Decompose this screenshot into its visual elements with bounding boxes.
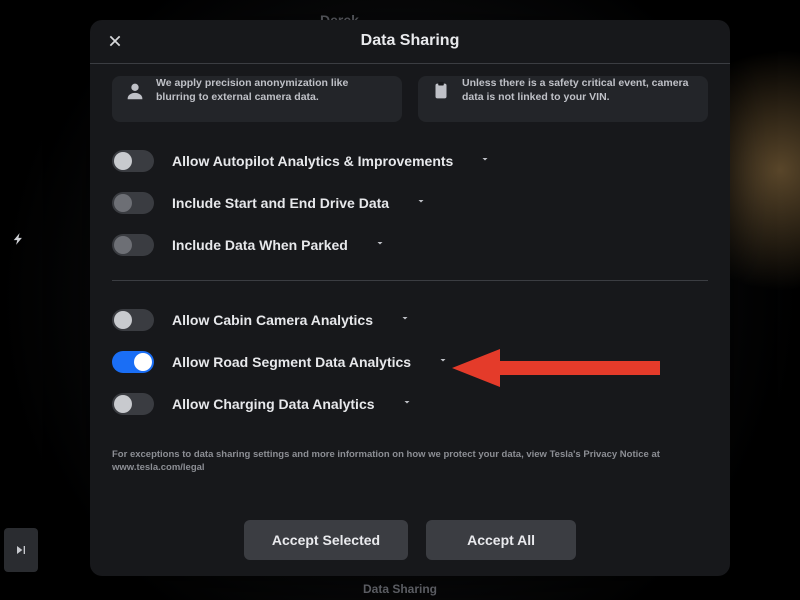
row-parked: Include Data When Parked: [112, 224, 708, 266]
card-vin: Unless there is a safety critical event,…: [418, 76, 708, 122]
card-anonymization-text: We apply precision anonymization like bl…: [156, 76, 390, 104]
row-drive-data: Include Start and End Drive Data: [112, 182, 708, 224]
toggle-charging[interactable]: [112, 393, 154, 415]
expand-parked[interactable]: [372, 237, 388, 253]
section-autopilot: Allow Autopilot Analytics & Improvements…: [112, 122, 708, 280]
row-autopilot: Allow Autopilot Analytics & Improvements: [112, 140, 708, 182]
panel-title: Data Sharing: [90, 32, 730, 50]
row-charging: Allow Charging Data Analytics: [112, 383, 708, 425]
chevron-down-icon: [415, 194, 427, 212]
action-row: Accept Selected Accept All: [90, 520, 730, 560]
section-camera: Allow Cabin Camera Analytics Allow Road …: [112, 281, 708, 439]
privacy-footnote: For exceptions to data sharing settings …: [112, 439, 708, 475]
expand-drive-data[interactable]: [413, 195, 429, 211]
chevron-down-icon: [399, 311, 411, 329]
toggle-cabin[interactable]: [112, 309, 154, 331]
toggle-road-segment[interactable]: [112, 351, 154, 373]
clipboard-icon: [430, 80, 452, 102]
label-road-segment: Allow Road Segment Data Analytics: [172, 354, 411, 370]
chevron-down-icon: [437, 353, 449, 371]
chevron-down-icon: [401, 395, 413, 413]
label-cabin: Allow Cabin Camera Analytics: [172, 312, 373, 328]
accept-selected-button[interactable]: Accept Selected: [244, 520, 408, 560]
panel-header: Data Sharing: [90, 20, 730, 64]
data-sharing-panel: Data Sharing We apply precision anonymiz…: [90, 20, 730, 576]
expand-autopilot[interactable]: [477, 153, 493, 169]
toggle-drive-data[interactable]: [112, 192, 154, 214]
card-vin-text: Unless there is a safety critical event,…: [462, 76, 696, 104]
expand-cabin[interactable]: [397, 312, 413, 328]
row-cabin: Allow Cabin Camera Analytics: [112, 299, 708, 341]
chevron-down-icon: [374, 236, 386, 254]
toggle-autopilot[interactable]: [112, 150, 154, 172]
card-anonymization: We apply precision anonymization like bl…: [112, 76, 402, 122]
label-drive-data: Include Start and End Drive Data: [172, 195, 389, 211]
row-road-segment: Allow Road Segment Data Analytics: [112, 341, 708, 383]
accept-all-button[interactable]: Accept All: [426, 520, 576, 560]
expand-road-segment[interactable]: [435, 354, 451, 370]
chevron-down-icon: [479, 152, 491, 170]
info-cards: We apply precision anonymization like bl…: [112, 64, 708, 122]
panel-body: We apply precision anonymization like bl…: [90, 64, 730, 576]
next-track-icon[interactable]: [4, 528, 38, 572]
label-parked: Include Data When Parked: [172, 237, 348, 253]
label-autopilot: Allow Autopilot Analytics & Improvements: [172, 153, 453, 169]
person-icon: [124, 80, 146, 102]
background-footer-label: Data Sharing: [0, 582, 800, 596]
label-charging: Allow Charging Data Analytics: [172, 396, 375, 412]
toggle-parked[interactable]: [112, 234, 154, 256]
lightning-icon: [12, 232, 26, 251]
expand-charging[interactable]: [399, 396, 415, 412]
